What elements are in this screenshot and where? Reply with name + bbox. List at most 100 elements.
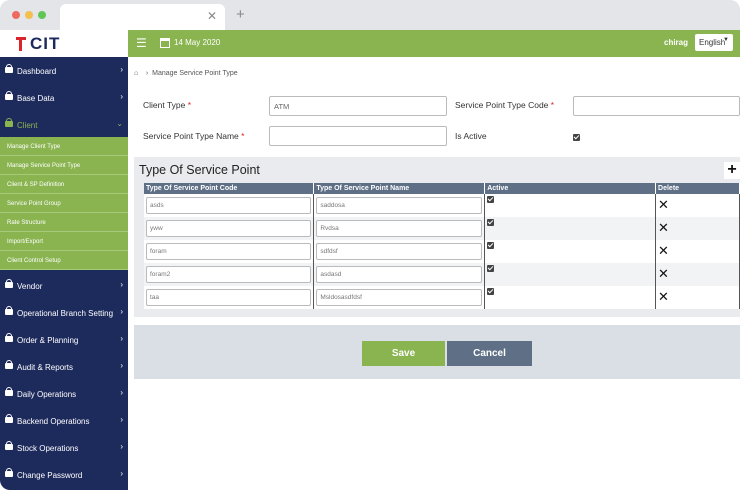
maximize-window-dot[interactable] [38, 11, 46, 19]
add-row-button[interactable]: + [724, 162, 740, 179]
chevron-right-icon: › [120, 92, 123, 101]
active-cell [484, 240, 657, 263]
sidebar-item-vendor[interactable]: Vendor › [0, 272, 128, 299]
lock-icon [5, 441, 13, 450]
code-input[interactable]: asds [146, 197, 312, 214]
save-button[interactable]: Save [362, 341, 445, 366]
sidebar-item-order-planning[interactable]: Order & Planning › [0, 326, 128, 353]
sidebar-item-base-data[interactable]: Base Data › [0, 84, 128, 111]
name-input[interactable]: asdasd [316, 266, 483, 283]
table-row: foram2 asdasd ✕ [144, 263, 740, 286]
delete-icon[interactable]: ✕ [658, 197, 669, 212]
sidebar-item-label: Vendor [17, 282, 43, 291]
language-value: English [699, 38, 726, 47]
active-checkbox[interactable] [487, 242, 495, 249]
name-cell: sdfdsf [313, 240, 486, 263]
delete-icon[interactable]: ✕ [658, 289, 669, 304]
sidebar-item-change-password[interactable]: Change Password › [0, 461, 128, 488]
code-input[interactable]: foram [146, 243, 312, 260]
table-row: asds saddosa ✕ [144, 194, 740, 217]
sidebar-item-label: Operational Branch Setting [17, 309, 114, 318]
active-cell [484, 286, 657, 309]
sidebar-subitem-rate-structure[interactable]: Rate Structure [0, 213, 128, 232]
delete-cell: ✕ [655, 217, 740, 240]
cancel-button[interactable]: Cancel [447, 341, 532, 366]
code-cell: foram2 [144, 263, 315, 286]
sidebar-subitem-client-control-setup[interactable]: Client Control Setup [0, 251, 128, 270]
service-point-type-name-field[interactable] [269, 126, 447, 146]
sidebar-item-label: Stock Operations [17, 444, 79, 453]
browser-tab[interactable]: ✕ [60, 4, 225, 30]
name-input[interactable]: sdfdsf [316, 243, 483, 260]
logo-text: CIT [30, 34, 61, 53]
column-header-name[interactable]: Type Of Service Point Name [313, 183, 486, 194]
name-input[interactable]: saddosa [316, 197, 483, 214]
logo[interactable]: CIT [0, 30, 128, 57]
table-row: foram sdfdsf ✕ [144, 240, 740, 263]
sidebar-item-label: Base Data [17, 94, 55, 103]
sidebar-subitem-manage-client-type[interactable]: Manage Client Type [0, 137, 128, 156]
delete-cell: ✕ [655, 263, 740, 286]
column-header-delete[interactable]: Delete [655, 183, 740, 194]
code-input[interactable]: yww [146, 220, 312, 237]
client-type-field[interactable]: ATM [269, 96, 447, 116]
home-icon[interactable]: ⌂ [134, 70, 142, 77]
main-content: ⌂ › Manage Service Point Type Client Typ… [128, 57, 740, 490]
client-type-label: Client Type * [143, 100, 192, 110]
service-point-type-code-field[interactable] [573, 96, 740, 116]
sidebar-item-audit-reports[interactable]: Audit & Reports › [0, 353, 128, 380]
sidebar-subitem-import-export[interactable]: Import/Export [0, 232, 128, 251]
sidebar-item-dashboard[interactable]: Dashboard › [0, 57, 128, 84]
name-input[interactable]: Rvdsa [316, 220, 483, 237]
sidebar-subitem-service-point-group[interactable]: Service Point Group [0, 194, 128, 213]
name-cell: Msldosasdfdsf [313, 286, 486, 309]
delete-icon[interactable]: ✕ [658, 266, 669, 281]
close-tab-icon[interactable]: ✕ [207, 9, 217, 23]
column-header-code[interactable]: Type Of Service Point Code [144, 183, 315, 194]
column-header-active[interactable]: Active [484, 183, 657, 194]
chevron-right-icon: › [120, 280, 123, 289]
browser-tabbar: ✕ + [0, 0, 740, 30]
active-checkbox[interactable] [487, 288, 495, 295]
code-input[interactable]: taa [146, 289, 312, 306]
active-checkbox[interactable] [487, 265, 495, 272]
lock-icon [5, 279, 13, 288]
sidebar-item-daily-operations[interactable]: Daily Operations › [0, 380, 128, 407]
is-active-checkbox[interactable] [573, 134, 580, 141]
delete-icon[interactable]: ✕ [658, 243, 669, 258]
lock-icon [5, 360, 13, 369]
chevron-right-icon: › [120, 65, 123, 74]
code-input[interactable]: foram2 [146, 266, 312, 283]
delete-cell: ✕ [655, 240, 740, 263]
table-header-row: Type Of Service Point Code Type Of Servi… [144, 183, 740, 194]
menu-toggle-icon[interactable]: ☰ [136, 36, 147, 50]
sidebar-item-stock-operations[interactable]: Stock Operations › [0, 434, 128, 461]
sidebar-item-operational-branch-setting[interactable]: Operational Branch Setting › [0, 299, 128, 326]
service-point-table: Type Of Service Point Code Type Of Servi… [144, 183, 740, 309]
user-name[interactable]: chirag [664, 38, 688, 47]
sidebar-subitem-manage-service-point-type[interactable]: Manage Service Point Type [0, 156, 128, 175]
caret-down-icon: ▼ [723, 37, 729, 43]
grid-title: Type Of Service Point [139, 163, 260, 177]
table-row: yww Rvdsa ✕ [144, 217, 740, 240]
browser-window: ✕ + CIT ☰ 14 May 2020 chirag English ▼ D… [0, 0, 740, 490]
new-tab-icon[interactable]: + [236, 6, 245, 23]
sidebar-item-backend-operations[interactable]: Backend Operations › [0, 407, 128, 434]
sidebar: Dashboard › Base Data › Client ⌄ Manage … [0, 57, 128, 490]
sidebar-item-label: Change Password [17, 471, 83, 480]
calendar-icon [160, 38, 170, 48]
active-checkbox[interactable] [487, 219, 495, 226]
chevron-right-icon: › [120, 388, 123, 397]
language-select[interactable]: English ▼ [695, 34, 733, 51]
minimize-window-dot[interactable] [25, 11, 33, 19]
active-checkbox[interactable] [487, 196, 495, 203]
lock-icon [5, 468, 13, 477]
sidebar-item-client[interactable]: Client ⌄ [0, 111, 128, 138]
lock-icon [5, 64, 13, 73]
delete-icon[interactable]: ✕ [658, 220, 669, 235]
sidebar-subitem-client-sp-definition[interactable]: Client & SP Definition [0, 175, 128, 194]
name-input[interactable]: Msldosasdfdsf [316, 289, 483, 306]
form-actions-bar: Save Cancel [134, 325, 740, 379]
close-window-dot[interactable] [12, 11, 20, 19]
active-cell [484, 263, 657, 286]
